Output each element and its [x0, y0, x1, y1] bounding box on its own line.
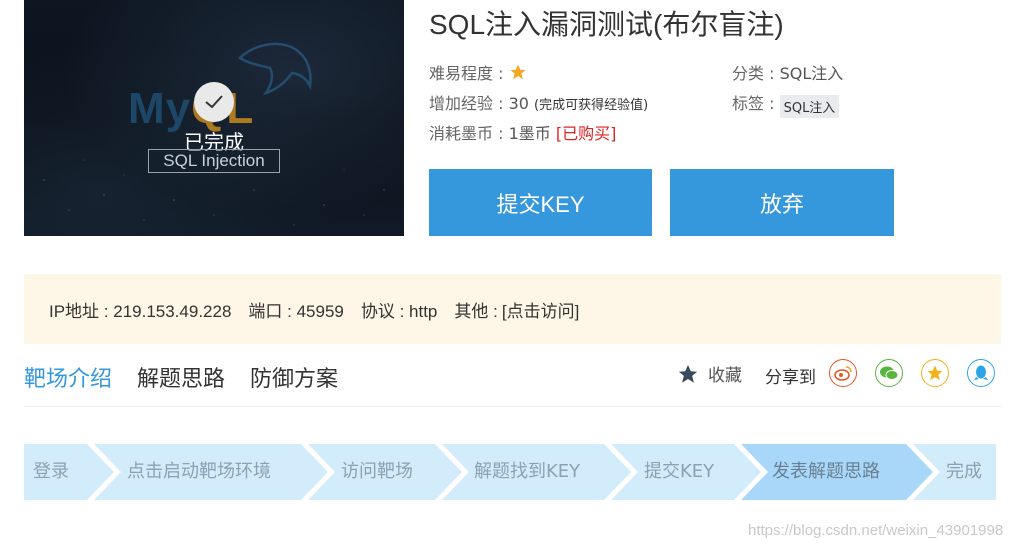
give-up-button[interactable]: 放弃	[670, 169, 894, 236]
experience-row: 增加经验 : 30 (完成可获得经验值)	[429, 94, 649, 113]
step-visit-target: 访问靶场	[341, 461, 413, 482]
star-filled-icon	[678, 364, 698, 383]
weibo-icon	[834, 366, 852, 381]
experience-value: 30	[508, 94, 529, 113]
wechat-icon	[880, 366, 899, 380]
share-qq-button[interactable]	[967, 359, 995, 387]
visit-link[interactable]: [点击访问]	[502, 297, 579, 322]
watermark-url: https://blog.csdn.net/weixin_43901998	[748, 522, 1004, 539]
purchased-status: [已购买]	[555, 124, 617, 143]
protocol: 协议 : http	[360, 301, 438, 321]
completed-check-icon	[194, 82, 234, 122]
ip-address: IP地址 : 219.153.49.228	[49, 301, 232, 321]
tag-row: 标签 : SQL注入	[732, 90, 840, 118]
step-complete: 完成	[946, 461, 982, 482]
tabs-divider	[24, 406, 1001, 407]
submit-key-button[interactable]: 提交KEY	[429, 169, 652, 236]
step-submit-key: 提交KEY	[644, 461, 715, 482]
step-login: 登录	[33, 461, 69, 482]
category-row: 分类 : SQL注入	[732, 64, 844, 83]
share-to-label: 分享到	[765, 368, 816, 388]
step-post-writeup: 发表解题思路	[772, 461, 880, 482]
step-launch-env: 点击启动靶场环境	[127, 461, 271, 482]
other-label: 其他 :	[454, 301, 498, 321]
category-value: SQL注入	[779, 64, 844, 83]
progress-steps: 登录 点击启动靶场环境 访问靶场 解题找到KEY 提交KEY 发表解题思路 完成	[24, 444, 996, 500]
qzone-icon	[927, 365, 943, 381]
tab-target-intro[interactable]: 靶场介绍	[24, 361, 112, 393]
share-qzone-button[interactable]	[921, 359, 949, 387]
tab-solution-ideas[interactable]: 解题思路	[137, 361, 225, 393]
tag-badge[interactable]: SQL注入	[779, 95, 840, 118]
share-weibo-button[interactable]	[829, 359, 857, 387]
content-tabs: 靶场介绍 解题思路 防御方案	[24, 361, 363, 393]
star-icon	[510, 64, 526, 80]
cost-value: 1墨币	[508, 124, 551, 143]
favorite-label: 收藏	[708, 366, 742, 386]
share-wechat-button[interactable]	[875, 359, 903, 387]
difficulty-row: 难易程度 :	[429, 60, 527, 84]
qq-icon	[974, 365, 988, 380]
port: 端口 : 45959	[248, 301, 344, 321]
favorite-button[interactable]: 收藏	[676, 361, 742, 386]
target-info-bar: IP地址 : 219.153.49.228 端口 : 45959 协议 : ht…	[24, 274, 1001, 344]
tab-defense-plan[interactable]: 防御方案	[250, 361, 338, 393]
experience-note: (完成可获得经验值)	[534, 98, 649, 113]
cost-row: 消耗墨币 : 1墨币 [已购买]	[429, 124, 617, 143]
step-find-key: 解题找到KEY	[474, 461, 581, 482]
challenge-banner-image: MyQL 已完成 SQL Injection	[24, 0, 404, 236]
page-title: SQL注入漏洞测试(布尔盲注)	[429, 9, 784, 40]
banner-subtitle: SQL Injection	[148, 149, 280, 173]
